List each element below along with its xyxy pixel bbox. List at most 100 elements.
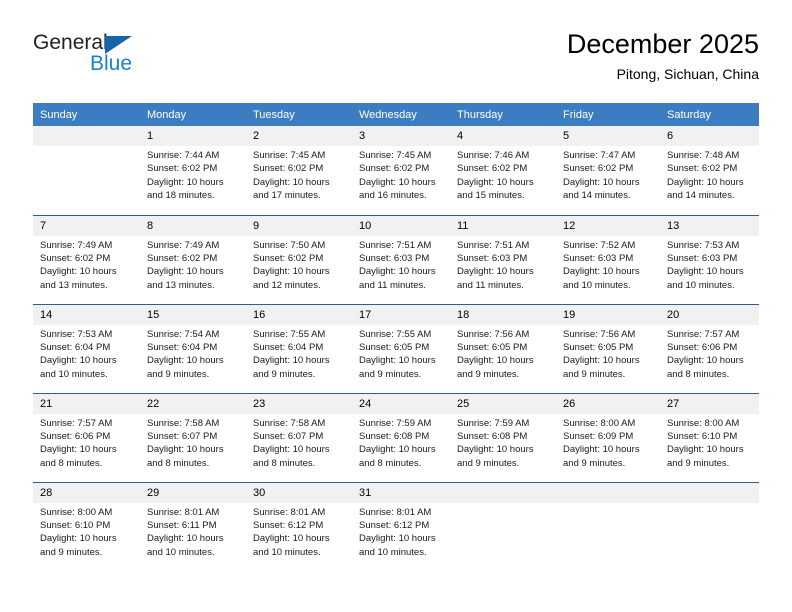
sunset-time: Sunset: 6:02 PM — [253, 163, 324, 175]
day-number: 7 — [33, 215, 140, 236]
day-details: Sunrise: 7:53 AM Sunset: 6:03 PM Daylight:… — [660, 236, 759, 293]
sunset-time: Sunset: 6:08 PM — [457, 430, 528, 442]
sunrise-time: Sunrise: 7:49 AM — [147, 239, 220, 251]
day-details: Sunrise: 7:55 AM Sunset: 6:05 PM Daylight:… — [352, 325, 450, 382]
daylight-duration-line1: Daylight: 10 hours — [359, 533, 436, 545]
sunrise-time: Sunrise: 8:00 AM — [667, 417, 740, 429]
calendar-day-cell[interactable]: 3 Sunrise: 7:45 AM Sunset: 6:02 PM Daylight… — [352, 126, 450, 215]
calendar-day-cell[interactable]: 27 Sunrise: 8:00 AM Sunset: 6:10 PM Dayligh… — [660, 392, 759, 482]
day-details: Sunrise: 7:47 AM Sunset: 6:02 PM Daylight:… — [556, 146, 660, 203]
general-blue-logo[interactable]: General Blue — [33, 30, 253, 88]
sunrise-time: Sunrise: 7:45 AM — [359, 150, 432, 161]
sunrise-time: Sunrise: 8:00 AM — [40, 506, 113, 518]
calendar-day-cell[interactable]: 31 Sunrise: 8:01 AM Sunset: 6:12 PM Dayligh… — [352, 481, 450, 571]
daylight-duration-line2: and 9 minutes. — [253, 368, 316, 380]
calendar-day-cell[interactable]: 25 Sunrise: 7:59 AM Sunset: 6:08 PM Dayligh… — [450, 392, 556, 482]
daylight-duration-line2: and 9 minutes. — [457, 457, 520, 469]
sunrise-time: Sunrise: 7:49 AM — [40, 239, 113, 251]
calendar-day-cell[interactable]: 17 Sunrise: 7:55 AM Sunset: 6:05 PM Dayligh… — [352, 303, 450, 393]
sunrise-time: Sunrise: 7:51 AM — [457, 239, 530, 251]
day-number: 10 — [352, 215, 450, 236]
calendar-day-cell[interactable]: 6 Sunrise: 7:48 AM Sunset: 6:02 PM Daylight… — [660, 126, 759, 215]
sunset-time: Sunset: 6:02 PM — [147, 252, 218, 264]
day-details: Sunrise: 7:57 AM Sunset: 6:06 PM Daylight:… — [33, 414, 140, 471]
sunrise-time: Sunrise: 7:53 AM — [40, 328, 113, 340]
day-number: 28 — [33, 482, 140, 503]
sunset-time: Sunset: 6:05 PM — [563, 341, 634, 353]
day-details: Sunrise: 7:56 AM Sunset: 6:05 PM Daylight:… — [450, 325, 556, 382]
day-number: 24 — [352, 393, 450, 414]
calendar-day-cell[interactable]: 15 Sunrise: 7:54 AM Sunset: 6:04 PM Dayligh… — [140, 303, 246, 393]
day-number: 2 — [246, 126, 352, 146]
day-number: 25 — [450, 393, 556, 414]
daylight-duration-line2: and 10 minutes. — [667, 279, 735, 291]
day-number: 8 — [140, 215, 246, 236]
calendar-cell-empty — [450, 481, 556, 571]
sunset-time: Sunset: 6:10 PM — [667, 430, 738, 442]
daylight-duration-line2: and 8 minutes. — [40, 457, 103, 469]
calendar-day-cell[interactable]: 12 Sunrise: 7:52 AM Sunset: 6:03 PM Dayligh… — [556, 214, 660, 304]
day-number: 31 — [352, 482, 450, 503]
calendar-day-cell[interactable]: 10 Sunrise: 7:51 AM Sunset: 6:03 PM Dayligh… — [352, 214, 450, 304]
day-number: 18 — [450, 304, 556, 325]
daylight-duration-line2: and 15 minutes. — [457, 190, 525, 202]
calendar-cell-empty — [556, 481, 660, 571]
sunset-time: Sunset: 6:02 PM — [563, 163, 634, 175]
calendar-body: 1 Sunrise: 7:44 AM Sunset: 6:02 PM Daylight… — [33, 126, 759, 571]
sunset-time: Sunset: 6:07 PM — [147, 430, 218, 442]
daylight-duration-line1: Daylight: 10 hours — [563, 355, 640, 367]
calendar-day-cell[interactable]: 8 Sunrise: 7:49 AM Sunset: 6:02 PM Daylight… — [140, 214, 246, 304]
sunrise-time: Sunrise: 7:45 AM — [253, 150, 326, 161]
daylight-duration-line1: Daylight: 10 hours — [667, 444, 744, 456]
day-number: 27 — [660, 393, 759, 414]
calendar-day-cell[interactable]: 9 Sunrise: 7:50 AM Sunset: 6:02 PM Daylight… — [246, 214, 352, 304]
daylight-duration-line1: Daylight: 10 hours — [253, 355, 330, 367]
sunrise-time: Sunrise: 7:46 AM — [457, 150, 530, 161]
daylight-duration-line1: Daylight: 10 hours — [40, 266, 117, 278]
day-number: 23 — [246, 393, 352, 414]
day-number: 26 — [556, 393, 660, 414]
sunset-time: Sunset: 6:06 PM — [40, 430, 111, 442]
daylight-duration-line1: Daylight: 10 hours — [359, 444, 436, 456]
calendar-day-cell[interactable]: 30 Sunrise: 8:01 AM Sunset: 6:12 PM Dayligh… — [246, 481, 352, 571]
calendar-day-cell[interactable]: 14 Sunrise: 7:53 AM Sunset: 6:04 PM Dayligh… — [33, 303, 140, 393]
calendar-day-cell[interactable]: 1 Sunrise: 7:44 AM Sunset: 6:02 PM Daylight… — [140, 126, 246, 215]
calendar-day-cell[interactable]: 29 Sunrise: 8:01 AM Sunset: 6:11 PM Dayligh… — [140, 481, 246, 571]
day-details: Sunrise: 8:01 AM Sunset: 6:12 PM Daylight:… — [352, 503, 450, 560]
calendar-day-cell[interactable]: 13 Sunrise: 7:53 AM Sunset: 6:03 PM Dayligh… — [660, 214, 759, 304]
calendar-week-row: 7 Sunrise: 7:49 AM Sunset: 6:02 PM Daylight… — [33, 214, 759, 304]
daylight-duration-line2: and 8 minutes. — [253, 457, 316, 469]
calendar-day-cell[interactable]: 20 Sunrise: 7:57 AM Sunset: 6:06 PM Dayligh… — [660, 303, 759, 393]
calendar-day-cell[interactable]: 4 Sunrise: 7:46 AM Sunset: 6:02 PM Daylight… — [450, 126, 556, 215]
day-details: Sunrise: 7:49 AM Sunset: 6:02 PM Daylight:… — [140, 236, 246, 293]
sunset-time: Sunset: 6:05 PM — [457, 341, 528, 353]
calendar-day-cell[interactable]: 11 Sunrise: 7:51 AM Sunset: 6:03 PM Dayligh… — [450, 214, 556, 304]
calendar-day-cell[interactable]: 21 Sunrise: 7:57 AM Sunset: 6:06 PM Dayligh… — [33, 392, 140, 482]
calendar-day-cell[interactable]: 16 Sunrise: 7:55 AM Sunset: 6:04 PM Dayligh… — [246, 303, 352, 393]
daylight-duration-line1: Daylight: 10 hours — [457, 176, 534, 188]
daylight-duration-line2: and 10 minutes. — [147, 546, 215, 558]
weekday-header-tuesday: Tuesday — [246, 103, 352, 126]
sunrise-time: Sunrise: 7:51 AM — [359, 239, 432, 251]
daylight-duration-line2: and 18 minutes. — [147, 190, 215, 202]
calendar-day-cell[interactable]: 26 Sunrise: 8:00 AM Sunset: 6:09 PM Dayligh… — [556, 392, 660, 482]
calendar-day-cell[interactable]: 7 Sunrise: 7:49 AM Sunset: 6:02 PM Daylight… — [33, 214, 140, 304]
daylight-duration-line1: Daylight: 10 hours — [457, 266, 534, 278]
daylight-duration-line1: Daylight: 10 hours — [359, 355, 436, 367]
calendar-day-cell[interactable]: 5 Sunrise: 7:47 AM Sunset: 6:02 PM Daylight… — [556, 126, 660, 215]
sunrise-time: Sunrise: 7:59 AM — [457, 417, 530, 429]
calendar-day-cell[interactable]: 18 Sunrise: 7:56 AM Sunset: 6:05 PM Dayligh… — [450, 303, 556, 393]
calendar-week-row: 28 Sunrise: 8:00 AM Sunset: 6:10 PM Dayligh… — [33, 481, 759, 571]
day-number: 5 — [556, 126, 660, 146]
calendar-day-cell[interactable]: 2 Sunrise: 7:45 AM Sunset: 6:02 PM Daylight… — [246, 126, 352, 215]
daylight-duration-line2: and 10 minutes. — [40, 368, 108, 380]
calendar-day-cell[interactable]: 28 Sunrise: 8:00 AM Sunset: 6:10 PM Dayligh… — [33, 481, 140, 571]
calendar-day-cell[interactable]: 22 Sunrise: 7:58 AM Sunset: 6:07 PM Dayligh… — [140, 392, 246, 482]
calendar-day-cell[interactable]: 24 Sunrise: 7:59 AM Sunset: 6:08 PM Dayligh… — [352, 392, 450, 482]
daylight-duration-line2: and 11 minutes. — [457, 279, 524, 291]
daylight-duration-line2: and 9 minutes. — [563, 457, 626, 469]
calendar-day-cell[interactable]: 23 Sunrise: 7:58 AM Sunset: 6:07 PM Dayligh… — [246, 392, 352, 482]
day-number: 3 — [352, 126, 450, 146]
calendar-day-cell[interactable]: 19 Sunrise: 7:56 AM Sunset: 6:05 PM Dayligh… — [556, 303, 660, 393]
sunset-time: Sunset: 6:03 PM — [457, 252, 528, 264]
